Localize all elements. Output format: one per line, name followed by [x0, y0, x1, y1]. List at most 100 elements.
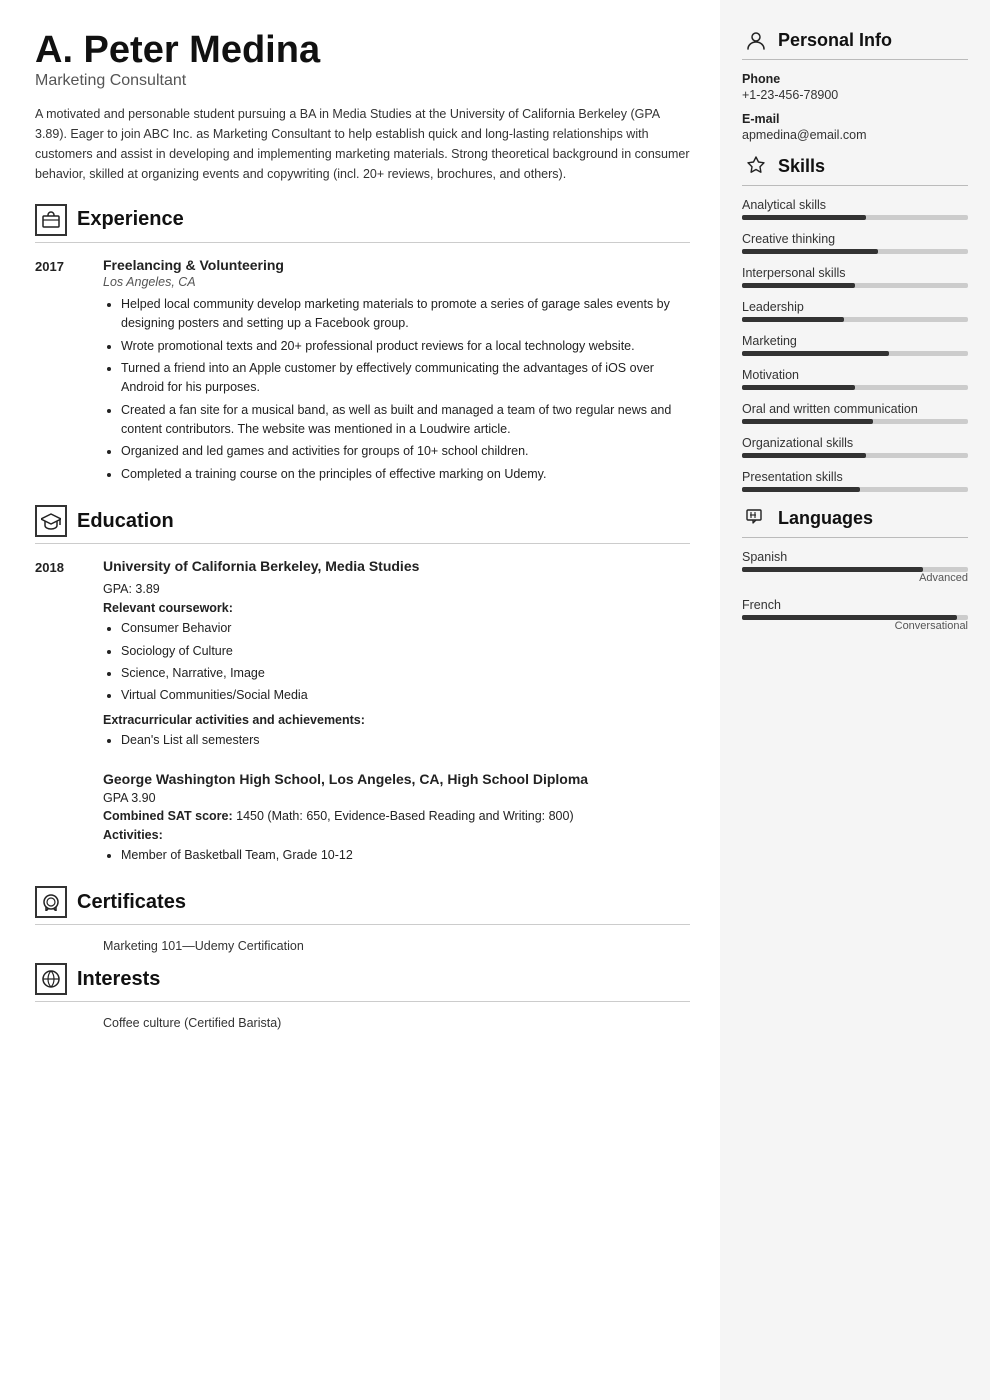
- summary-text: A motivated and personable student pursu…: [35, 104, 690, 184]
- skill-name: Creative thinking: [742, 232, 968, 246]
- extra-1: Dean's List all semesters: [121, 731, 690, 750]
- edu-title-1: University of California Berkeley, Media…: [103, 558, 690, 574]
- skill-name: Oral and written communication: [742, 402, 968, 416]
- skill-item: Interpersonal skills: [742, 266, 968, 288]
- bullet-1: Helped local community develop marketing…: [121, 295, 690, 334]
- skill-item: Presentation skills: [742, 470, 968, 492]
- lang-name: Spanish: [742, 550, 968, 564]
- edu-gpa-1: GPA: 3.89: [103, 582, 690, 596]
- education-entry-2: George Washington High School, Los Angel…: [35, 771, 690, 868]
- sat-label: Combined SAT score:: [103, 809, 233, 823]
- entry-year: 2017: [35, 257, 85, 487]
- skill-bar-fill: [742, 453, 866, 458]
- personal-info-icon: [742, 26, 770, 54]
- skill-bar-fill: [742, 351, 889, 356]
- bullet-2: Wrote promotional texts and 20+ professi…: [121, 337, 690, 356]
- skills-list: Analytical skills Creative thinking Inte…: [742, 198, 968, 492]
- skill-bar-fill: [742, 215, 866, 220]
- experience-section: Experience 2017 Freelancing & Volunteeri…: [35, 204, 690, 487]
- skills-section: Skills Analytical skills Creative thinki…: [742, 152, 968, 492]
- edu-gpa-2: GPA 3.90: [103, 791, 690, 805]
- skill-bar-bg: [742, 317, 968, 322]
- course-2: Sociology of Culture: [121, 642, 690, 661]
- skill-bar-fill: [742, 487, 860, 492]
- experience-title: Experience: [77, 208, 184, 231]
- lang-level: Conversational: [742, 620, 968, 632]
- skill-bar-fill: [742, 385, 855, 390]
- edu-year-2: [35, 771, 85, 868]
- bullet-4: Created a fan site for a musical band, a…: [121, 401, 690, 440]
- entry-bullets: Helped local community develop marketing…: [103, 295, 690, 484]
- lang-name: French: [742, 598, 968, 612]
- languages-list: Spanish Advanced French Conversational: [742, 550, 968, 632]
- skill-name: Presentation skills: [742, 470, 968, 484]
- education-icon: [35, 505, 67, 537]
- skill-name: Leadership: [742, 300, 968, 314]
- language-item: French Conversational: [742, 598, 968, 632]
- languages-section: Languages Spanish Advanced French Conver…: [742, 504, 968, 632]
- skill-bar-fill: [742, 317, 844, 322]
- skill-item: Organizational skills: [742, 436, 968, 458]
- extra-label: Extracurricular activities and achieveme…: [103, 713, 365, 727]
- certificates-section: Certificates Marketing 101—Udemy Certifi…: [35, 886, 690, 953]
- skill-item: Oral and written communication: [742, 402, 968, 424]
- skills-title: Skills: [778, 156, 825, 177]
- activity-1: Member of Basketball Team, Grade 10-12: [121, 846, 690, 865]
- skill-name: Motivation: [742, 368, 968, 382]
- skill-item: Creative thinking: [742, 232, 968, 254]
- skill-bar-bg: [742, 453, 968, 458]
- bullet-5: Organized and led games and activities f…: [121, 442, 690, 461]
- skill-bar-bg: [742, 385, 968, 390]
- skill-bar-bg: [742, 283, 968, 288]
- bullet-3: Turned a friend into an Apple customer b…: [121, 359, 690, 398]
- skill-item: Marketing: [742, 334, 968, 356]
- phone-label: Phone: [742, 72, 968, 86]
- skill-bar-fill: [742, 283, 855, 288]
- languages-icon: [742, 504, 770, 532]
- skills-header: Skills: [742, 152, 968, 186]
- skill-bar-bg: [742, 419, 968, 424]
- certificates-header: Certificates: [35, 886, 690, 925]
- course-4: Virtual Communities/Social Media: [121, 686, 690, 705]
- course-3: Science, Narrative, Image: [121, 664, 690, 683]
- header: A. Peter Medina Marketing Consultant A m…: [35, 30, 690, 184]
- entry-subtitle: Los Angeles, CA: [103, 275, 690, 289]
- languages-header: Languages: [742, 504, 968, 538]
- skill-bar-bg: [742, 487, 968, 492]
- activities-label: Activities:: [103, 828, 163, 842]
- interests-icon: [35, 963, 67, 995]
- certificates-title: Certificates: [77, 891, 186, 914]
- personal-info-title: Personal Info: [778, 30, 892, 51]
- course-1: Consumer Behavior: [121, 619, 690, 638]
- personal-info-section: Personal Info Phone +1-23-456-78900 E-ma…: [742, 26, 968, 142]
- skill-bar-bg: [742, 215, 968, 220]
- coursework-label: Relevant coursework:: [103, 601, 233, 615]
- interest-item-1: Coffee culture (Certified Barista): [35, 1016, 690, 1030]
- languages-title: Languages: [778, 508, 873, 529]
- skill-item: Leadership: [742, 300, 968, 322]
- skill-name: Organizational skills: [742, 436, 968, 450]
- interests-section: Interests Coffee culture (Certified Bari…: [35, 963, 690, 1030]
- phone-value: +1-23-456-78900: [742, 88, 968, 102]
- email-label: E-mail: [742, 112, 968, 126]
- applicant-name: A. Peter Medina: [35, 30, 690, 72]
- right-column: Personal Info Phone +1-23-456-78900 E-ma…: [720, 0, 990, 1400]
- entry-title: Freelancing & Volunteering: [103, 257, 690, 273]
- experience-icon: [35, 204, 67, 236]
- bullet-6: Completed a training course on the princ…: [121, 465, 690, 484]
- skill-item: Motivation: [742, 368, 968, 390]
- extra-list: Dean's List all semesters: [103, 731, 690, 750]
- skill-bar-fill: [742, 249, 878, 254]
- skill-name: Marketing: [742, 334, 968, 348]
- certificates-icon: [35, 886, 67, 918]
- interests-header: Interests: [35, 963, 690, 1002]
- skill-bar-bg: [742, 351, 968, 356]
- applicant-title: Marketing Consultant: [35, 72, 690, 90]
- skill-bar-fill: [742, 419, 873, 424]
- skill-bar-bg: [742, 249, 968, 254]
- left-column: A. Peter Medina Marketing Consultant A m…: [0, 0, 720, 1400]
- edu-year-1: 2018: [35, 558, 85, 753]
- edu-content-2: George Washington High School, Los Angel…: [103, 771, 690, 868]
- education-entry-1: 2018 University of California Berkeley, …: [35, 558, 690, 753]
- lang-level: Advanced: [742, 572, 968, 584]
